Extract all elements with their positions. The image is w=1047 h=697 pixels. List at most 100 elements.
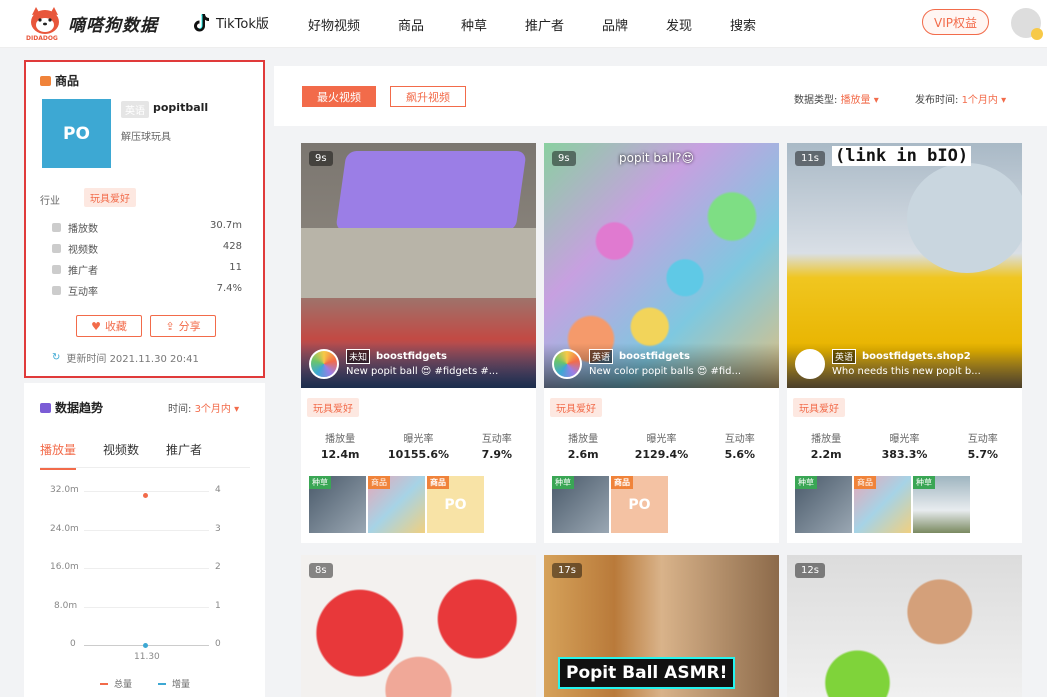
data-type-select[interactable]: 数据类型: 播放量 ▾ — [794, 91, 879, 106]
video-card[interactable]: 9s 未知 boostfidgets New popit ball 😍 #fidg… — [301, 143, 536, 543]
author-name[interactable]: boostfidgets.shop2 — [862, 351, 971, 362]
stat-label: 推广者 — [68, 266, 98, 277]
grid-line — [84, 530, 209, 531]
product-name[interactable]: popitball — [153, 101, 208, 114]
author-line: 未知 boostfidgets — [346, 349, 447, 364]
nav-discover[interactable]: 发现 — [666, 15, 692, 34]
duration-badge: 8s — [309, 563, 333, 578]
category-tag: 玩具爱好 — [550, 398, 602, 417]
related-item[interactable]: 种草 — [552, 476, 609, 533]
video-overlay-text: Popit Ball ASMR! — [558, 657, 736, 689]
product-thumbnail[interactable]: PO — [42, 99, 111, 168]
related-products: 种草 商品 商品 PO — [309, 476, 484, 533]
y-left-tick: 8.0m — [54, 601, 78, 611]
play-icon — [52, 223, 61, 232]
publish-time-select[interactable]: 发布时间: 1个月内 ▾ — [915, 91, 1006, 106]
language-tag: 英语 — [121, 101, 149, 118]
tiktok-version-link[interactable]: TikTok版 — [194, 13, 269, 32]
product-panel: 商品 PO 英语 popitball 解压球玩具 行业 玩具爱好 播放数 30.7… — [24, 60, 265, 378]
update-time-text: 更新时间 2021.11.30 20:41 — [66, 354, 199, 365]
related-item[interactable]: 种草 — [795, 476, 852, 533]
video-card[interactable]: 9s popit ball?😍 英语 boostfidgets New color… — [544, 143, 779, 543]
tab-rising-videos[interactable]: 飙升视频 — [390, 86, 466, 107]
author-name[interactable]: boostfidgets — [619, 351, 690, 362]
brand-sub: DIDADOG — [26, 34, 58, 42]
favorite-button[interactable]: ♥ 收藏 — [76, 315, 142, 337]
author-avatar[interactable] — [309, 349, 339, 379]
tab-promoters[interactable]: 推广者 — [166, 441, 202, 470]
legend-swatch — [158, 682, 166, 685]
legend-increment[interactable]: 增量 — [158, 677, 190, 690]
grid-line — [84, 607, 209, 608]
video-thumbnail[interactable]: 11s (link in bIO) 英语 boostfidgets.shop2 W… — [787, 143, 1022, 388]
data-type-label: 数据类型: — [794, 95, 838, 106]
total-point — [143, 493, 148, 498]
video-card[interactable]: 8s — [301, 555, 536, 697]
author-name[interactable]: boostfidgets — [376, 351, 447, 362]
video-card[interactable]: 17s Popit Ball ASMR! — [544, 555, 779, 697]
video-card[interactable]: 12s — [787, 555, 1022, 697]
metric-views: 12.4m — [320, 448, 360, 461]
data-trend-panel: 数据趋势 时间: 3个月内 ▾ 播放量 视频数 推广者 32.0m 24.0m … — [24, 383, 265, 697]
related-item[interactable]: 种草 — [309, 476, 366, 533]
metric-label: 曝光率 — [403, 434, 434, 445]
metric-label: 播放量 — [811, 434, 842, 445]
item-type-tag: 商品 — [854, 476, 876, 489]
chart-icon — [40, 402, 51, 413]
metric-label: 播放量 — [568, 434, 599, 445]
related-item-thumb-text: PO — [444, 496, 467, 513]
item-type-tag: 商品 — [427, 476, 449, 489]
video-desc: Who needs this new popit b... — [832, 366, 981, 377]
video-thumbnail[interactable]: 8s — [301, 555, 536, 697]
trend-time-select[interactable]: 时间: 3个月内 ▾ — [168, 400, 239, 415]
stat-label: 互动率 — [68, 287, 98, 298]
video-thumbnail[interactable]: 17s Popit Ball ASMR! — [544, 555, 779, 697]
feed-toolbar: 最火视频 飙升视频 数据类型: 播放量 ▾ 发布时间: 1个月内 ▾ — [274, 66, 1047, 126]
nav-brands[interactable]: 品牌 — [602, 15, 628, 34]
author-line: 英语 boostfidgets — [589, 349, 690, 364]
related-item-thumb-text: PO — [628, 496, 651, 513]
stat-videos: 视频数 428 — [52, 241, 242, 256]
tab-hot-videos[interactable]: 最火视频 — [302, 86, 376, 107]
video-thumbnail[interactable]: 9s 未知 boostfidgets New popit ball 😍 #fidg… — [301, 143, 536, 388]
grid-line — [84, 491, 209, 492]
logo[interactable]: DIDADOG 嘀嗒狗数据 — [26, 5, 176, 43]
vip-button[interactable]: VIP权益 — [922, 9, 989, 35]
video-thumbnail[interactable]: 12s — [787, 555, 1022, 697]
y-right-tick: 3 — [215, 524, 221, 534]
related-item[interactable]: 商品 PO — [611, 476, 668, 533]
dog-logo-icon: DIDADOG — [26, 5, 64, 43]
bar-chart-icon — [52, 286, 61, 295]
author-bar: 英语 boostfidgets.shop2 Who needs this new … — [787, 343, 1022, 388]
related-item[interactable]: 商品 PO — [427, 476, 484, 533]
tab-videos[interactable]: 视频数 — [103, 441, 139, 470]
nav-search[interactable]: 搜索 — [730, 15, 756, 34]
nav-good-videos[interactable]: 好物视频 — [308, 15, 360, 34]
stat-promoters: 推广者 11 — [52, 262, 242, 277]
stat-label: 视频数 — [68, 245, 98, 256]
share-button[interactable]: ⇪ 分享 — [150, 315, 216, 337]
y-left-tick: 24.0m — [50, 524, 79, 534]
stat-value: 30.7m — [209, 220, 242, 231]
user-avatar[interactable] — [1011, 8, 1043, 40]
nav-seeding[interactable]: 种草 — [461, 15, 487, 34]
user-icon — [52, 265, 61, 274]
author-avatar[interactable] — [552, 349, 582, 379]
author-avatar[interactable] — [795, 349, 825, 379]
nav-promoters[interactable]: 推广者 — [525, 15, 564, 34]
publish-time-label: 发布时间: — [915, 95, 959, 106]
time-value: 3个月内 — [194, 404, 231, 415]
related-item[interactable]: 商品 — [368, 476, 425, 533]
related-item[interactable]: 商品 — [854, 476, 911, 533]
tab-plays[interactable]: 播放量 — [40, 441, 77, 470]
y-right-tick: 2 — [215, 562, 221, 572]
legend-total[interactable]: 总量 — [100, 677, 132, 690]
industry-label: 行业 — [40, 196, 60, 207]
share-icon: ⇪ — [165, 319, 175, 333]
related-item[interactable]: 种草 — [913, 476, 970, 533]
nav-products[interactable]: 商品 — [398, 15, 424, 34]
video-card[interactable]: 11s (link in bIO) 英语 boostfidgets.shop2 W… — [787, 143, 1022, 543]
item-type-tag: 商品 — [611, 476, 633, 489]
metric-label: 互动率 — [481, 434, 512, 445]
video-thumbnail[interactable]: 9s popit ball?😍 英语 boostfidgets New color… — [544, 143, 779, 388]
